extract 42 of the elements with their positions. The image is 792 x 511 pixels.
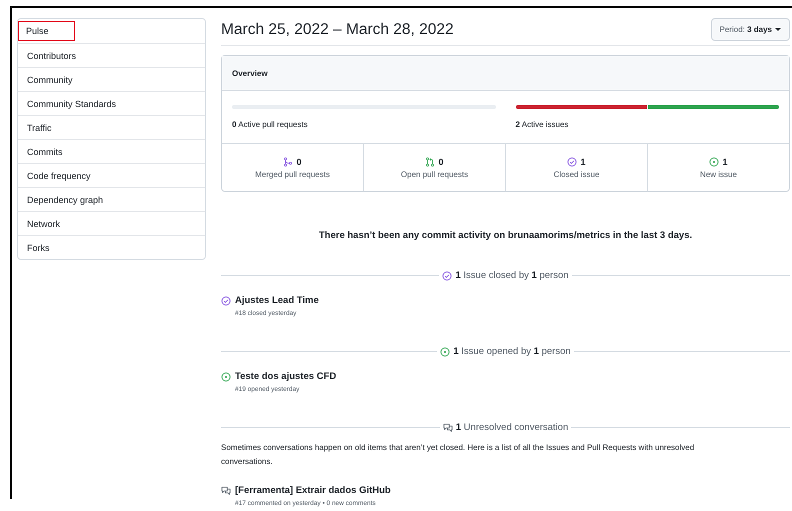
check-circle-icon: [442, 270, 452, 280]
stat-label[interactable]: Closed issue: [554, 170, 600, 178]
info-message: There hasn’t been any commit activity on brunaamorims/metrics in the last 3 days.: [318, 230, 694, 241]
section-heading: 1 Unresolved conversation: [456, 422, 568, 433]
sidebar-item[interactable]: Commits: [18, 139, 205, 163]
sidebar-item[interactable]: Code frequency: [18, 163, 205, 187]
stat-label[interactable]: Open pull requests: [400, 170, 468, 178]
merge-icon: [283, 156, 294, 166]
sidebar-item[interactable]: Traffic: [18, 115, 205, 139]
sidebar-item[interactable]: Dependency graph: [18, 187, 205, 211]
sidebar-item[interactable]: Community Standards: [18, 91, 205, 115]
stat-count: 0: [296, 156, 302, 166]
section-heading: 1 Issue closed by 1 person: [455, 270, 569, 281]
issue-open-icon: [709, 156, 720, 166]
issue-open-icon: [221, 372, 231, 382]
issue-link[interactable]: Teste dos ajustes CFD: [235, 371, 336, 382]
stat-label: 2 Active issues: [516, 120, 570, 129]
stat-label: 0 Active pull requests: [232, 120, 309, 129]
stat-count: 0: [438, 156, 444, 166]
section-heading: 1 Issue opened by 1 person: [453, 346, 571, 357]
issue-link[interactable]: [Ferramenta] Extrair dados GitHub: [235, 485, 391, 496]
stat-label[interactable]: New issue: [700, 170, 737, 178]
stat-count: 1: [722, 156, 728, 166]
comments-icon: [221, 486, 231, 496]
period-dropdown[interactable]: Period: 3 days: [710, 18, 790, 41]
pull-request-icon: [425, 156, 436, 166]
check-circle-icon: [221, 296, 231, 306]
sidebar-item[interactable]: Community: [18, 67, 205, 91]
issue-open-icon: [440, 346, 450, 356]
check-circle-icon: [567, 156, 578, 166]
sidebar-item[interactable]: Forks: [18, 235, 205, 259]
panel-title: Overview: [232, 68, 268, 78]
page-title: March 25, 2022 – March 28, 2022: [221, 20, 454, 38]
stat-label[interactable]: Merged pull requests: [255, 170, 330, 178]
stat-count: 1: [580, 156, 586, 166]
sidebar-item[interactable]: Pulse: [18, 21, 75, 41]
issue-link[interactable]: Ajustes Lead Time: [235, 295, 319, 306]
caret-icon: [775, 28, 781, 31]
sidebar-item[interactable]: Contributors: [18, 43, 205, 67]
description-text: Sometimes conversations happen on old items that aren’t yet closed. Here is a list of all the Issues and Pull Requests with unresolved conversations.: [221, 442, 696, 468]
sidebar-item[interactable]: Network: [18, 211, 205, 235]
comments-icon: [442, 422, 453, 432]
